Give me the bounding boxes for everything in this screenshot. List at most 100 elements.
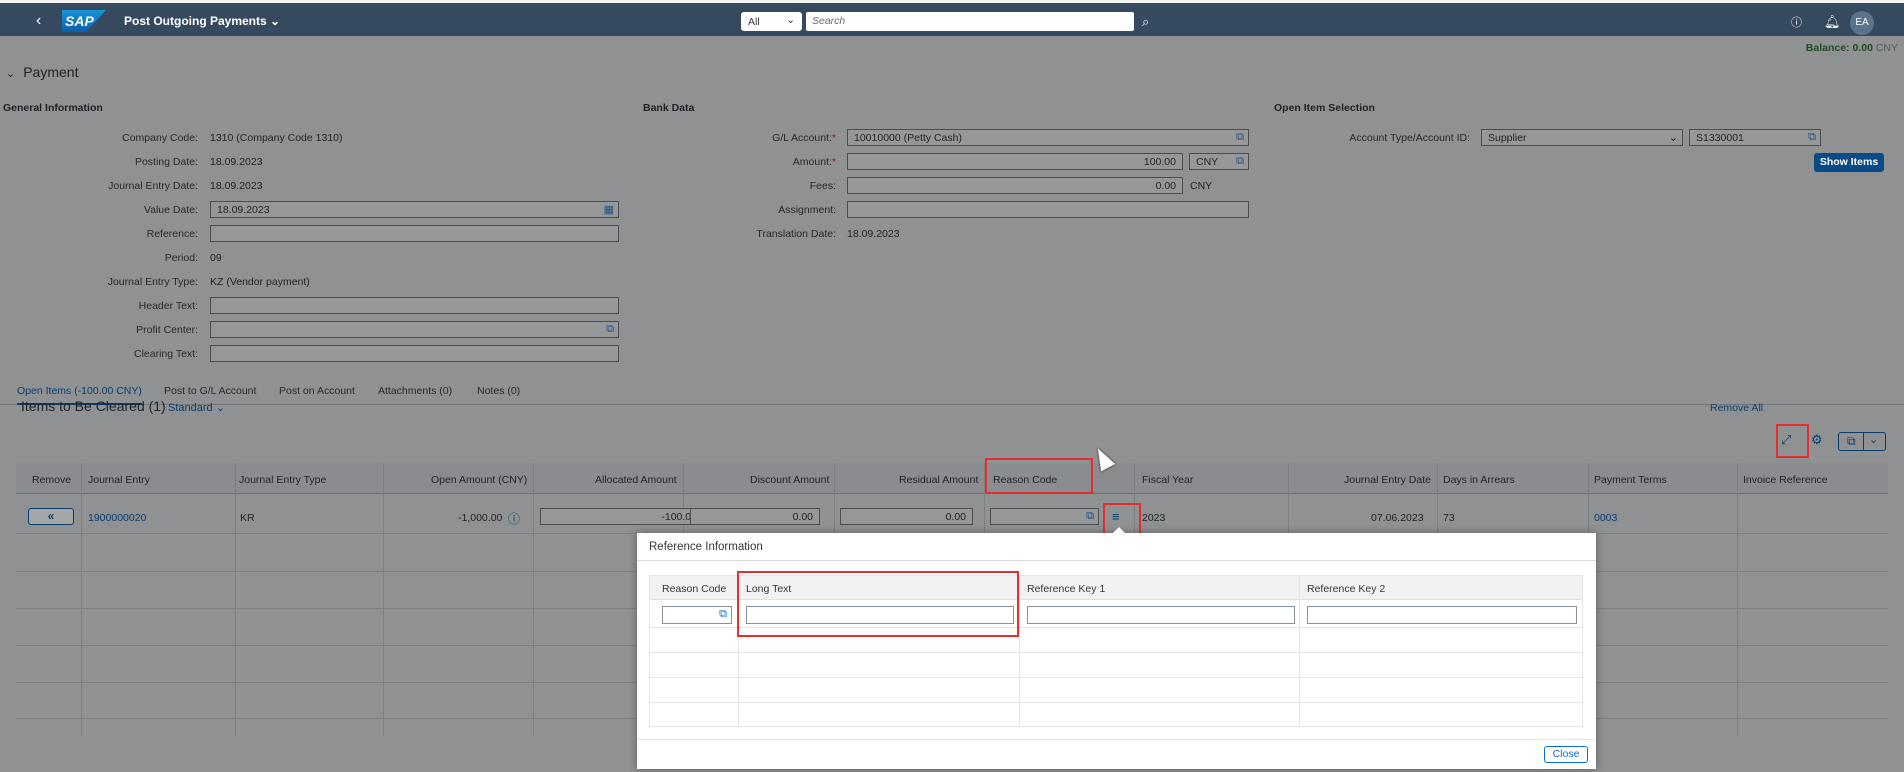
shell-bar: ‹ SAP Post Outgoing Payments ⌄ All ⌄ Sear… — [0, 0, 1904, 36]
search-input[interactable]: Search — [806, 12, 1134, 31]
open-amount-cell: -1,000.00 — [458, 512, 503, 524]
tab-post-on-account[interactable]: Post on Account — [279, 385, 355, 397]
search-icon[interactable]: ⌕ — [1142, 14, 1149, 30]
reason-code-input[interactable]: ⧉ — [990, 508, 1099, 525]
items-table-title: Items to Be Cleared (1) — [21, 398, 166, 414]
reason-code-input[interactable]: ⧉ — [662, 606, 732, 624]
col-payment-terms[interactable]: Payment Terms — [1594, 474, 1667, 486]
value-help-icon[interactable]: ⧉ — [719, 608, 727, 621]
reference-key-2-input[interactable] — [1307, 606, 1577, 624]
translation-date-value: 18.09.2023 — [847, 228, 900, 240]
tab-bar: Open Items (-100.00 CNY) Post to G/L Acc… — [0, 379, 1904, 405]
value-help-icon[interactable]: ⧉ — [1086, 510, 1094, 523]
value-date-input[interactable]: 18.09.2023 ▦ — [210, 201, 619, 218]
export-icon: ⧉ — [1847, 434, 1856, 448]
grid-line — [81, 463, 82, 736]
value-help-icon[interactable]: ⧉ — [1236, 131, 1244, 144]
col-days-in-arrears[interactable]: Days in Arrears — [1443, 474, 1515, 486]
profit-center-input[interactable]: ⧉ — [210, 321, 619, 338]
help-icon[interactable]: ⓘ — [1791, 14, 1802, 30]
company-code-value: 1310 (Company Code 1310) — [210, 132, 343, 144]
fullscreen-icon[interactable]: ⤢ — [1781, 432, 1791, 448]
period-value: 09 — [210, 252, 222, 264]
header-text-input[interactable] — [210, 297, 619, 314]
remove-item-button[interactable]: « — [28, 508, 74, 525]
info-icon[interactable]: ⓘ — [508, 510, 520, 527]
amount-label: Amount:* — [792, 156, 836, 168]
account-type-select[interactable]: Supplier ⌄ — [1481, 129, 1683, 146]
period-label: Period: — [164, 252, 198, 264]
allocated-amount-input[interactable]: -100.00 — [540, 508, 704, 525]
col-journal-entry-type[interactable]: Journal Entry Type — [239, 474, 326, 486]
gl-account-input[interactable]: 10010000 (Petty Cash) ⧉ — [847, 129, 1249, 146]
grid-line — [650, 702, 1582, 703]
residual-amount-input[interactable]: 0.00 — [840, 508, 973, 525]
clearing-text-input[interactable] — [210, 345, 619, 362]
back-icon[interactable]: ‹ — [36, 12, 41, 30]
col-discount-amount[interactable]: Discount Amount — [750, 474, 829, 486]
chevron-down-icon: ⌄ — [215, 402, 225, 414]
bell-icon[interactable]: 🔔︎ — [1824, 14, 1841, 30]
calendar-icon[interactable]: ▦ — [604, 203, 614, 216]
search-scope-select[interactable]: All ⌄ — [741, 12, 802, 31]
bank-data-title: Bank Data — [643, 102, 695, 114]
value-help-icon[interactable]: ⧉ — [1236, 155, 1244, 168]
chevron-down-icon: ⌄ — [1869, 434, 1879, 446]
section-title[interactable]: ⌄ Payment — [6, 64, 78, 80]
chevron-down-icon: ⌄ — [270, 14, 281, 28]
variant-select[interactable]: Standard ⌄ — [168, 401, 225, 414]
journal-entry-type-value: KZ (Vendor payment) — [210, 276, 310, 288]
discount-amount-input[interactable]: 0.00 — [690, 508, 820, 525]
col-journal-entry[interactable]: Journal Entry — [88, 474, 150, 486]
items-table-header: Remove Journal Entry Journal Entry Type … — [16, 463, 1888, 494]
account-type-label: Account Type/Account ID: — [1349, 132, 1470, 144]
remove-all-button[interactable]: Remove All — [1710, 402, 1763, 414]
col-fiscal-year[interactable]: Fiscal Year — [1142, 474, 1193, 486]
value-help-icon[interactable]: ⧉ — [1808, 131, 1816, 144]
open-item-selection-title: Open Item Selection — [1274, 102, 1375, 114]
sap-logo[interactable]: SAP — [62, 10, 106, 32]
col-open-amount[interactable]: Open Amount (CNY) — [431, 474, 527, 486]
col-residual-amount[interactable]: Residual Amount — [899, 474, 978, 486]
amount-currency-input[interactable]: CNY ⧉ — [1189, 153, 1249, 170]
col-invoice-reference[interactable]: Invoice Reference — [1743, 474, 1828, 486]
profit-center-label: Profit Center: — [136, 324, 198, 336]
grid-line — [1019, 576, 1020, 726]
tab-attachments[interactable]: Attachments (0) — [378, 385, 452, 397]
tab-notes[interactable]: Notes (0) — [477, 385, 520, 397]
fees-input[interactable]: 0.00 — [847, 177, 1183, 194]
reference-input[interactable] — [210, 225, 619, 242]
chevron-down-icon: ⌄ — [786, 14, 795, 26]
tab-post-to-gl[interactable]: Post to G/L Account — [164, 385, 256, 397]
payment-terms-link[interactable]: 0003 — [1594, 512, 1617, 524]
entry-date-cell: 07.06.2023 — [1371, 512, 1424, 524]
journal-entry-link[interactable]: 1900000020 — [88, 512, 146, 524]
app-title[interactable]: Post Outgoing Payments ⌄ — [124, 14, 280, 28]
posting-date-value: 18.09.2023 — [210, 156, 263, 168]
grid-line — [1299, 576, 1300, 726]
amount-input[interactable]: 100.00 — [847, 153, 1183, 170]
translation-date-label: Translation Date: — [756, 228, 836, 240]
export-menu-button[interactable]: ⧉ ⌄ — [1838, 432, 1886, 451]
fiscal-year-cell: 2023 — [1142, 512, 1166, 524]
col-reference-key-1: Reference Key 1 — [1027, 583, 1106, 595]
close-button[interactable]: Close — [1544, 746, 1588, 763]
value-date-label: Value Date: — [143, 204, 198, 216]
col-journal-entry-date[interactable]: Journal Entry Date — [1344, 474, 1431, 486]
menu-icon[interactable]: ≡ — [1112, 509, 1120, 524]
grid-line — [533, 463, 534, 736]
col-allocated-amount[interactable]: Allocated Amount — [595, 474, 677, 486]
account-id-input[interactable]: S1330001 ⧉ — [1689, 129, 1821, 146]
col-remove[interactable]: Remove — [32, 474, 71, 486]
gl-account-label: G/L Account:* — [772, 132, 836, 144]
value-help-icon[interactable]: ⧉ — [606, 323, 614, 336]
popover-title: Reference Information — [649, 541, 763, 553]
posting-date-label: Posting Date: — [134, 156, 198, 168]
assignment-input[interactable] — [847, 201, 1249, 218]
company-code-label: Company Code: — [122, 132, 198, 144]
avatar[interactable]: EA — [1850, 11, 1874, 35]
reference-key-1-input[interactable] — [1027, 606, 1295, 624]
settings-icon[interactable]: ⚙ — [1811, 432, 1823, 448]
show-items-button[interactable]: Show Items — [1814, 153, 1884, 172]
general-info-title: General Information — [3, 102, 103, 114]
